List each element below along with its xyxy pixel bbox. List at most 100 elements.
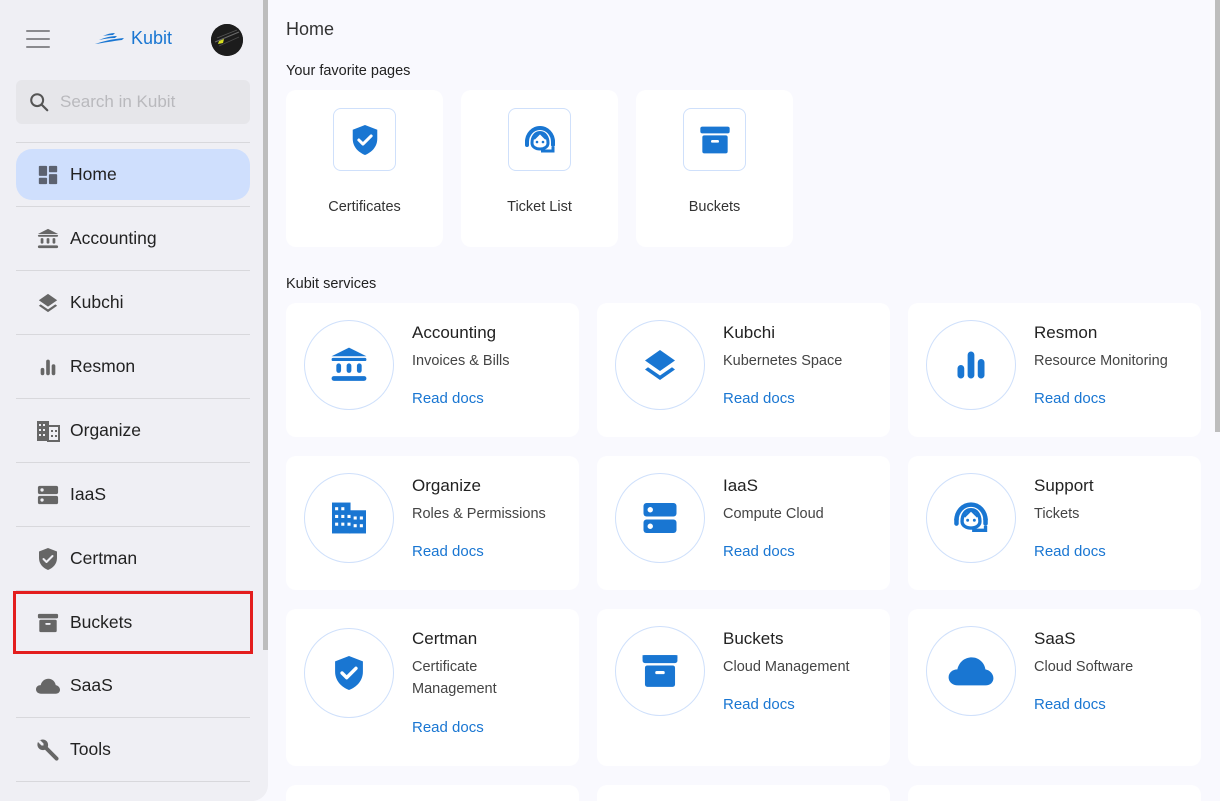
service-name: IaaS <box>723 476 758 495</box>
service-card-kubchi[interactable]: Kubchi Kubernetes Space Read docs <box>597 303 890 437</box>
read-docs-link[interactable]: Read docs <box>723 390 795 407</box>
sidebar-nav: Home Accounting Kubchi Resmon Organize I… <box>13 142 253 782</box>
bank-icon <box>36 227 60 251</box>
service-name: Kubchi <box>723 323 775 342</box>
sidebar-item-label: Tools <box>70 739 111 759</box>
sidebar-item-iaas[interactable]: IaaS <box>16 463 250 526</box>
sidebar-item-label: Buckets <box>70 612 133 632</box>
service-card-iaas[interactable]: IaaS Compute Cloud Read docs <box>597 456 890 590</box>
main-scrollbar[interactable] <box>1215 0 1220 432</box>
archive-box-icon <box>36 611 60 635</box>
sidebar: Kubit Home <box>0 0 268 801</box>
favorites-section-title: Your favorite pages <box>286 63 411 79</box>
sidebar-item-label: Resmon <box>70 356 136 376</box>
avatar-image <box>211 24 243 56</box>
sidebar-item-label: Certman <box>70 548 138 568</box>
service-card-saas[interactable]: SaaS Cloud Software Read docs <box>908 609 1201 766</box>
sidebar-item-accounting[interactable]: Accounting <box>16 207 250 270</box>
cloud-icon <box>926 626 1016 716</box>
sidebar-item-buckets[interactable]: Buckets <box>13 591 253 654</box>
service-description: Kubernetes Space <box>723 353 843 369</box>
service-name: Organize <box>412 476 481 495</box>
search-icon <box>30 93 49 112</box>
archive-box-icon <box>615 626 705 716</box>
service-description: Compute Cloud <box>723 506 824 522</box>
service-card-buckets[interactable]: Buckets Cloud Management Read docs <box>597 609 890 766</box>
sidebar-item-label: Organize <box>70 420 142 440</box>
shield-check-icon <box>304 628 394 718</box>
read-docs-link[interactable]: Read docs <box>412 543 484 560</box>
favorite-label: Buckets <box>688 199 741 215</box>
service-name: Certman <box>412 629 478 648</box>
read-docs-link[interactable]: Read docs <box>723 696 795 713</box>
search-input[interactable] <box>60 92 230 112</box>
favorite-card-buckets[interactable]: Buckets <box>636 90 793 247</box>
app-name: Kubit <box>131 27 173 48</box>
read-docs-link[interactable]: Read docs <box>412 719 484 736</box>
favorite-label: Ticket List <box>507 199 572 215</box>
bar-chart-icon <box>36 355 60 379</box>
sidebar-item-resmon[interactable]: Resmon <box>16 335 250 398</box>
app-logo[interactable]: Kubit <box>93 26 172 50</box>
sidebar-scrollbar[interactable] <box>263 0 268 650</box>
service-card-organize[interactable]: Organize Roles & Permissions Read docs <box>286 456 579 590</box>
favorite-card-ticket-list[interactable]: Ticket List <box>461 90 618 247</box>
read-docs-link[interactable]: Read docs <box>723 543 795 560</box>
service-card-partial <box>597 785 890 801</box>
favorite-card-certificates[interactable]: Certificates <box>286 90 443 247</box>
service-card-resmon[interactable]: Resmon Resource Monitoring Read docs <box>908 303 1201 437</box>
sidebar-item-saas[interactable]: SaaS <box>16 654 250 717</box>
read-docs-link[interactable]: Read docs <box>412 390 484 407</box>
service-card-partial <box>286 785 579 801</box>
boat-logo-icon <box>95 33 124 44</box>
service-card-partial <box>908 785 1201 801</box>
sidebar-item-label: Kubchi <box>70 292 124 312</box>
read-docs-link[interactable]: Read docs <box>1034 390 1106 407</box>
service-card-support[interactable]: Support Tickets Read docs <box>908 456 1201 590</box>
sidebar-item-kubchi[interactable]: Kubchi <box>16 271 250 334</box>
shield-check-icon <box>333 108 396 171</box>
building-icon <box>36 419 60 443</box>
sidebar-item-label: Accounting <box>70 228 157 248</box>
search-box[interactable] <box>16 80 250 124</box>
sidebar-item-label: IaaS <box>70 484 106 504</box>
service-description: Resource Monitoring <box>1034 353 1168 369</box>
service-name: SaaS <box>1034 629 1076 648</box>
service-description: Tickets <box>1034 506 1080 522</box>
read-docs-link[interactable]: Read docs <box>1034 696 1106 713</box>
archive-box-icon <box>683 108 746 171</box>
hamburger-menu-icon[interactable] <box>26 30 50 48</box>
service-description: Certificate Management <box>412 659 497 697</box>
read-docs-link[interactable]: Read docs <box>1034 543 1106 560</box>
service-name: Resmon <box>1034 323 1098 342</box>
service-card-certman[interactable]: Certman Certificate Management Read docs <box>286 609 579 766</box>
services-grid: Accounting Invoices & Bills Read docs Ku… <box>286 303 1201 801</box>
service-name: Accounting <box>412 323 497 342</box>
server-icon <box>615 473 705 563</box>
sidebar-item-tools[interactable]: Tools <box>16 718 250 781</box>
favorites-list: Certificates Ticket List Buckets <box>286 90 793 247</box>
layers-icon <box>615 320 705 410</box>
service-description: Cloud Management <box>723 659 850 675</box>
favorite-label: Certificates <box>328 199 401 215</box>
service-description: Roles & Permissions <box>412 506 546 522</box>
services-section-title: Kubit services <box>286 276 377 292</box>
shield-check-icon <box>36 547 60 571</box>
sidebar-item-label: SaaS <box>70 675 113 695</box>
avatar[interactable] <box>211 24 243 56</box>
headset-icon <box>508 108 571 171</box>
bank-icon <box>304 320 394 410</box>
service-description: Cloud Software <box>1034 659 1134 675</box>
sidebar-item-home[interactable]: Home <box>16 143 250 206</box>
layers-icon <box>36 291 60 315</box>
sidebar-item-organize[interactable]: Organize <box>16 399 250 462</box>
dashboard-icon <box>36 163 60 187</box>
service-description: Invoices & Bills <box>412 353 510 369</box>
page-title: Home <box>286 19 335 39</box>
service-name: Support <box>1034 476 1094 495</box>
main-content: Home Your favorite pages Certificates Ti… <box>286 0 1206 801</box>
sidebar-item-certman[interactable]: Certman <box>16 527 250 590</box>
wrench-icon <box>36 738 60 762</box>
service-card-accounting[interactable]: Accounting Invoices & Bills Read docs <box>286 303 579 437</box>
headset-icon <box>926 473 1016 563</box>
